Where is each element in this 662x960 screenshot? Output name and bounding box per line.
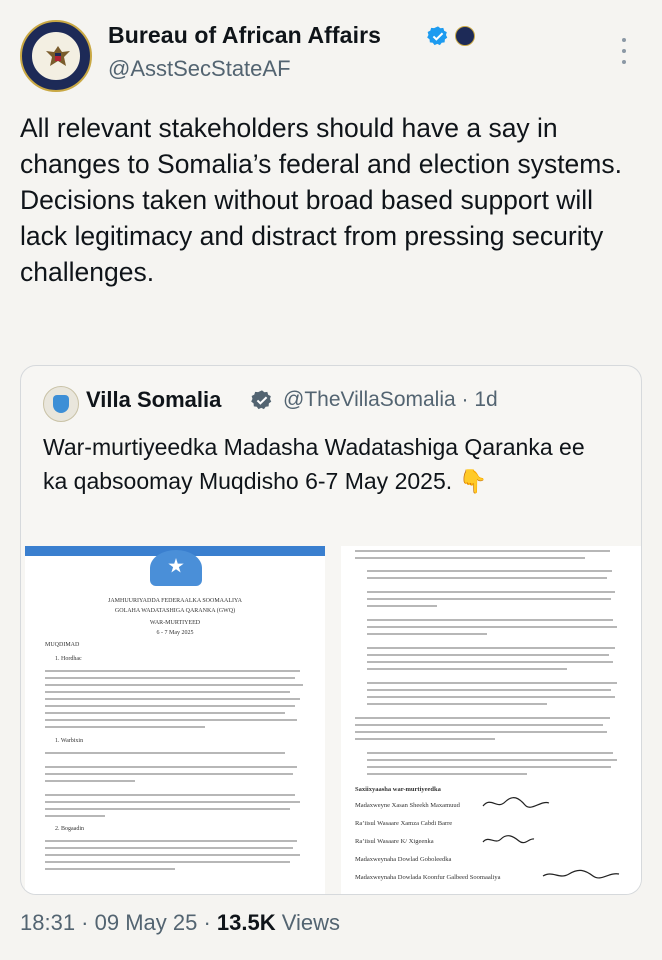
doc-text-line (367, 661, 613, 663)
doc-text-line (45, 670, 300, 672)
doc-text-line (367, 626, 617, 628)
verified-icon (427, 26, 448, 46)
view-count: 13.5K (216, 910, 276, 935)
quote-author-handle[interactable]: @TheVillaSomalia · 1d (283, 388, 498, 412)
author-handle[interactable]: @AsstSecStateAF (108, 56, 291, 82)
doc-text-line (355, 717, 610, 719)
doc-text-line (367, 696, 615, 698)
doc-text-line (45, 847, 293, 849)
doc-heading-hordhac: 1. Hordhac (55, 656, 82, 662)
doc-text-line (45, 712, 285, 714)
doc-text-line (355, 550, 610, 552)
signatures-heading: Saxiixyaasha war-murtiyeedka (355, 786, 441, 793)
doc-text-line (367, 591, 615, 593)
tweet-meta: 18:31 · 09 May 25 · 13.5K Views (20, 910, 340, 936)
signatory-2: Ra’iisul Wasaare Xamza Cabdi Barre (355, 820, 453, 827)
doc-text-line (45, 691, 290, 693)
doc-text-line (367, 605, 437, 607)
doc-text-line (367, 654, 609, 656)
doc-text-line (367, 619, 613, 621)
doc-date: 6 - 7 May 2025 (156, 630, 194, 636)
tweet-text: All relevant stakeholders should have a … (20, 113, 622, 287)
doc-text-line (45, 752, 285, 754)
quote-avatar[interactable] (43, 386, 79, 422)
doc-text-line (367, 647, 615, 649)
doc-text-line (367, 668, 567, 670)
doc-heading-bogaadin: 2. Bogaadin (55, 826, 84, 832)
signature-scribble (482, 796, 550, 808)
seal-icon (30, 30, 82, 82)
doc-text-line (45, 861, 290, 863)
doc-text-line (367, 703, 547, 705)
signatory-5: Madaxweynaha Dowlada Koonfur Galbeed Soo… (355, 874, 501, 881)
doc-text-line (45, 840, 297, 842)
doc-text-line (45, 719, 297, 721)
doc-text-line (355, 557, 585, 559)
doc-title-3: WAR-MURTIYEED (149, 620, 201, 626)
more-options-icon[interactable] (620, 38, 628, 64)
doc-text-line (45, 677, 295, 679)
avatar[interactable] (20, 20, 92, 92)
author-name[interactable]: Bureau of African Affairs (108, 22, 381, 49)
doc-text-line (367, 752, 613, 754)
doc-text-line (367, 633, 487, 635)
doc-text-line (45, 808, 290, 810)
views-label: Views (275, 910, 341, 935)
doc-text-line (367, 773, 527, 775)
quote-text: War-murtiyeedka Madasha Wadatashiga Qara… (43, 434, 585, 494)
doc-text-line (45, 868, 175, 870)
doc-text-line (45, 815, 105, 817)
somalia-emblem-icon (150, 550, 202, 586)
doc-text-line (45, 780, 135, 782)
doc-text-line (45, 684, 303, 686)
verified-icon (251, 390, 272, 410)
author-badges (427, 25, 475, 47)
doc-title-1: JAMHUURIYADDA FEDERAALKA SOOMAALIYA (107, 598, 242, 604)
quoted-tweet[interactable]: Villa Somalia @TheVillaSomalia · 1d War-… (20, 365, 642, 895)
doc-text-line (355, 738, 495, 740)
doc-text-line (45, 698, 300, 700)
timestamp[interactable]: 18:31 · 09 May 25 · (20, 910, 217, 935)
doc-text-line (367, 577, 607, 579)
signature-scribble (482, 835, 535, 844)
doc-text-line (45, 854, 300, 856)
doc-text-line (45, 794, 295, 796)
doc-text-line (367, 682, 617, 684)
signatory-4: Madaxweynaha Dowlad Goboleedka (355, 856, 452, 863)
doc-text-line (45, 801, 300, 803)
doc-text-line (45, 726, 205, 728)
doc-title-2: GOLAHA WADATASHIGA QARANKA (GWQ) (114, 608, 236, 614)
document-page-2: Saxiixyaasha war-murtiyeedka Madaxweyne … (341, 546, 641, 894)
doc-text-line (367, 598, 611, 600)
doc-text-line (367, 570, 612, 572)
quote-author-name[interactable]: Villa Somalia (86, 387, 221, 413)
tweet: Bureau of African Affairs @AsstSecStateA… (0, 0, 662, 960)
doc-text-line (367, 759, 617, 761)
signature-scribble (542, 869, 620, 879)
signatory-1: Madaxweyne Xasan Sheekh Maxamuud (355, 802, 460, 809)
doc-text-line (355, 724, 603, 726)
doc-text-line (45, 766, 297, 768)
doc-heading-intro: MUQDIMAD (45, 642, 80, 648)
document-page-1: JAMHUURIYADDA FEDERAALKA SOOMAALIYA GOLA… (25, 546, 325, 894)
doc-text-line (367, 689, 611, 691)
doc-heading-warbixin: 1. Warbixin (55, 738, 84, 744)
doc-text-line (367, 766, 611, 768)
doc-text-line (45, 773, 293, 775)
signatory-3: Ra’iisul Wasaare K/ Xigeenka (355, 838, 434, 845)
government-badge-icon (455, 26, 475, 46)
doc-text-line (45, 705, 295, 707)
doc-text-line (355, 731, 607, 733)
document-image[interactable]: JAMHUURIYADDA FEDERAALKA SOOMAALIYA GOLA… (21, 546, 641, 894)
